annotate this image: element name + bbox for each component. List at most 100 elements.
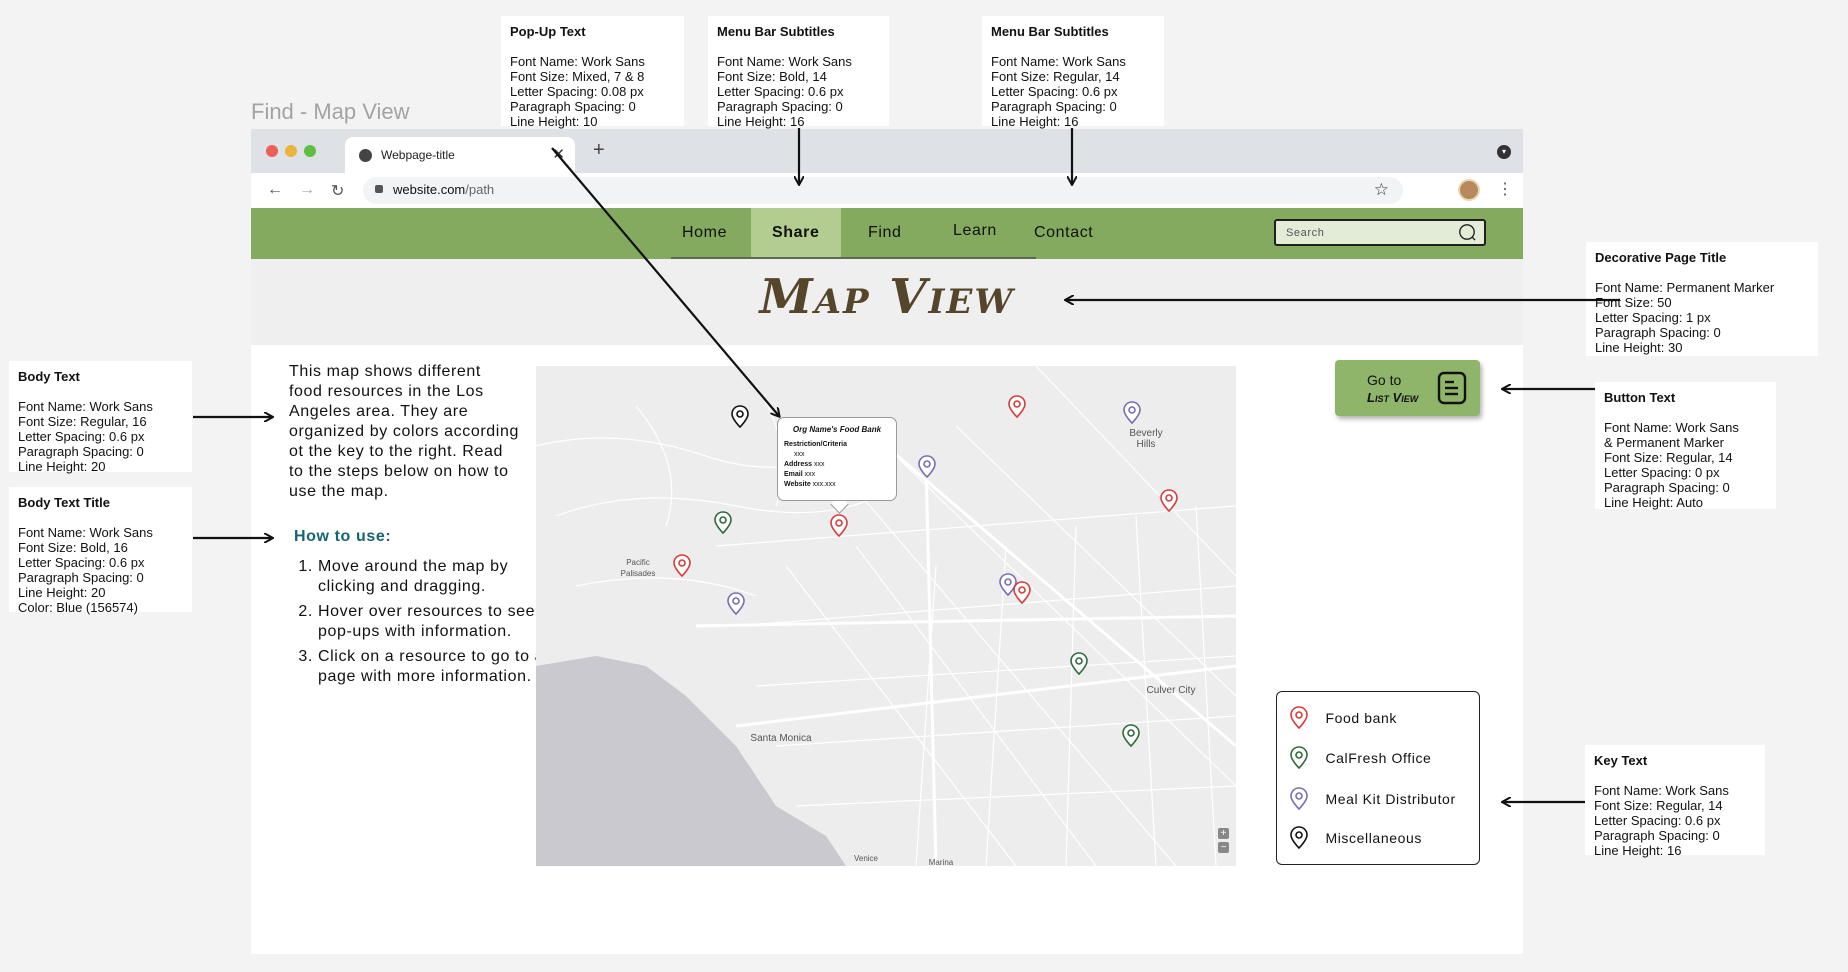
address-bar: ← → ↻ website.com/path ☆ ⋮: [251, 173, 1523, 209]
miscellaneous-pin-icon: [1290, 826, 1308, 850]
favicon-icon: [359, 149, 372, 162]
lock-icon: [375, 185, 383, 193]
annotation-line: Font Size: 50: [1595, 295, 1672, 310]
go-to-list-view-button[interactable]: Go to List View: [1335, 360, 1480, 416]
zoom-in-button[interactable]: +: [1218, 828, 1229, 839]
new-tab-icon[interactable]: +: [593, 139, 605, 162]
minimize-window-button[interactable]: [285, 145, 297, 157]
nav-item-find[interactable]: Find: [868, 224, 902, 242]
annotation-body-title: Body Text Title Font Name: Work Sans Fon…: [9, 487, 192, 615]
annotation-line: Line Height: 20: [18, 585, 106, 600]
map-pin-meal-kit[interactable]: [1122, 401, 1142, 425]
calfresh-pin-icon: [1290, 746, 1308, 770]
annotation-line: Font Name: Work Sans: [510, 54, 645, 69]
annotation-key-text: Key Text Font Name: Work Sans Font Size:…: [1585, 745, 1765, 858]
popup-website-value: xxx.xxx: [812, 481, 836, 488]
annotation-line: Line Height: 10: [510, 114, 598, 129]
key-label: Miscellaneous: [1325, 830, 1422, 846]
annotation-line: Font Size: Mixed, 7 & 8: [510, 69, 645, 84]
annotation-line: Letter Spacing: 0 px: [1604, 465, 1720, 480]
map-label-beverly-hills: Beverly Hills: [1129, 428, 1163, 450]
annotation-title: Body Text Title: [18, 495, 110, 510]
annotation-line: Font Size: Bold, 14: [717, 69, 827, 84]
list-item: Move around the map by clicking and drag…: [318, 557, 554, 597]
map-pin-calfresh[interactable]: [713, 511, 733, 535]
annotation-line: & Permanent Marker: [1604, 435, 1724, 450]
title-band: Map View: [251, 259, 1523, 345]
nav-item-contact[interactable]: Contact: [1034, 224, 1093, 242]
annotation-title: Key Text: [1594, 753, 1648, 768]
popup-email-label: Email: [784, 471, 803, 478]
annotation-line: Font Name: Work Sans: [1594, 783, 1729, 798]
list-button-line1: Go to: [1367, 372, 1402, 388]
steps-list: Move around the map by clicking and drag…: [296, 557, 554, 692]
forward-icon[interactable]: →: [299, 181, 315, 199]
map-pin-meal-kit[interactable]: [917, 455, 937, 479]
annotation-line: Paragraph Spacing: 0: [1604, 480, 1730, 495]
map-label-culver-city: Culver City: [1146, 685, 1196, 696]
annotation-line: Paragraph Spacing: 0: [1595, 325, 1721, 340]
tab-bar: Webpage-title ✕ + ▾: [251, 129, 1523, 173]
search-input[interactable]: Search: [1274, 219, 1486, 246]
tab-search-icon[interactable]: ▾: [1497, 145, 1511, 159]
search-placeholder: Search: [1286, 227, 1325, 239]
zoom-out-button[interactable]: −: [1218, 842, 1229, 853]
annotation-line: Letter Spacing: 1 px: [1595, 310, 1711, 325]
popup-address-label: Address: [784, 461, 813, 468]
map-pin-food-bank[interactable]: [1012, 581, 1032, 605]
annotation-body-text: Body Text Font Name: Work Sans Font Size…: [9, 361, 192, 474]
browser-tab[interactable]: Webpage-title ✕: [345, 137, 575, 173]
key-label: Meal Kit Distributor: [1325, 791, 1456, 807]
url-field[interactable]: website.com/path ☆: [363, 177, 1403, 204]
map-label-santa-monica: Santa Monica: [750, 733, 812, 744]
annotation-line: Paragraph Spacing: 0: [510, 99, 636, 114]
key-label: CalFresh Office: [1325, 750, 1432, 766]
how-to-title: How to use:: [294, 528, 392, 545]
map-pin-food-bank[interactable]: [672, 554, 692, 578]
map-label-pacific-palisades: Pacific Palisades: [620, 558, 656, 578]
annotation-line: Letter Spacing: 0.08 px: [510, 84, 644, 99]
annotation-line: Line Height: 16: [991, 114, 1079, 129]
bookmark-star-icon[interactable]: ☆: [1374, 180, 1389, 200]
nav-item-home[interactable]: Home: [682, 224, 727, 242]
annotation-line: Paragraph Spacing: 0: [18, 570, 144, 585]
annotation-line: Font Name: Work Sans: [717, 54, 852, 69]
annotation-line: Line Height: Auto: [1604, 495, 1704, 510]
site-navbar: Home Share Find Learn Contact Search: [251, 208, 1523, 259]
key-label: Food bank: [1325, 710, 1398, 726]
back-icon[interactable]: ←: [267, 181, 283, 199]
map-popup[interactable]: Org Name's Food Bank Restriction/Criteri…: [777, 417, 897, 501]
reload-icon[interactable]: ↻: [331, 181, 344, 201]
list-button-line2: List View: [1367, 390, 1419, 405]
map-pin-calfresh[interactable]: [1069, 652, 1089, 676]
maximize-window-button[interactable]: [304, 145, 316, 157]
annotation-title: Button Text: [1604, 390, 1676, 405]
map-pin-miscellaneous[interactable]: [730, 405, 750, 429]
close-window-button[interactable]: [266, 145, 278, 157]
map-pin-calfresh[interactable]: [1121, 724, 1141, 748]
intro-paragraph: This map shows different food resources …: [289, 363, 519, 500]
list-item: Hover over resources to see pop-ups with…: [318, 602, 554, 642]
annotation-line: Font Name: Work Sans: [1604, 420, 1739, 435]
food-bank-pin-icon: [1290, 706, 1308, 730]
map-pin-food-bank[interactable]: [1159, 489, 1179, 513]
nav-item-share[interactable]: Share: [772, 224, 819, 242]
key-row-miscellaneous: Miscellaneous: [1289, 826, 1422, 850]
tab-title: Webpage-title: [381, 148, 455, 162]
map-pin-meal-kit[interactable]: [726, 592, 746, 616]
annotation-line: Font Size: Regular, 14: [1604, 450, 1733, 465]
search-icon[interactable]: [1458, 223, 1476, 241]
annotation-line: Font Name: Work Sans: [991, 54, 1126, 69]
annotation-line: Paragraph Spacing: 0: [991, 99, 1117, 114]
more-menu-icon[interactable]: ⋮: [1497, 179, 1513, 199]
annotation-line: Letter Spacing: 0.6 px: [18, 555, 145, 570]
tab-close-icon[interactable]: ✕: [552, 145, 565, 163]
popup-criteria-label: Restriction/Criteria: [784, 441, 848, 448]
nav-item-learn[interactable]: Learn: [953, 222, 997, 240]
list-icon: [1437, 371, 1467, 405]
map-pin-food-bank[interactable]: [829, 514, 849, 538]
annotation-menu-regular: Menu Bar Subtitles Font Name: Work Sans …: [982, 16, 1164, 129]
avatar[interactable]: [1458, 179, 1480, 201]
list-item: Click on a resource to go to a page with…: [318, 647, 554, 687]
map-pin-food-bank[interactable]: [1007, 395, 1027, 419]
